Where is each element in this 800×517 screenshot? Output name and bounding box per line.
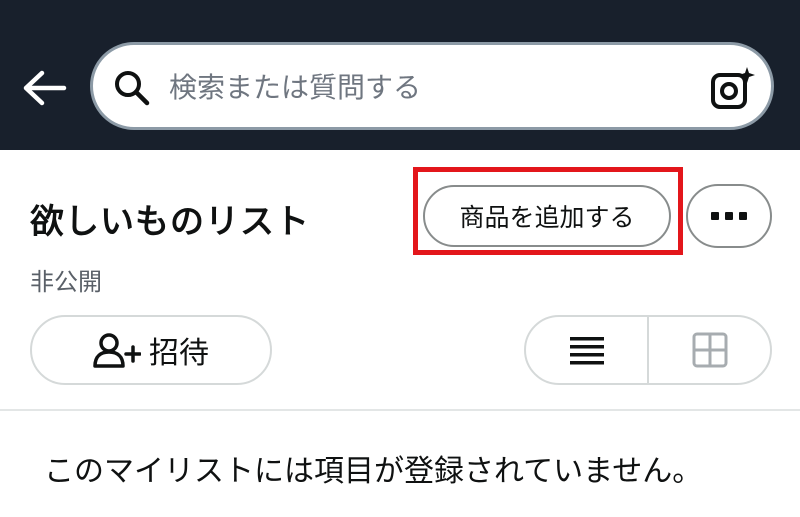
add-user-icon [93,333,141,368]
search-input[interactable] [169,65,689,109]
view-mode-toggle [524,315,772,385]
top-bar [0,0,800,150]
list-view-button[interactable] [526,317,647,383]
section-divider [0,409,800,411]
more-dots-icon [711,212,747,220]
grid-view-icon [692,332,727,368]
search-icon [115,71,150,106]
search-bar[interactable] [90,42,774,130]
back-arrow-icon[interactable] [22,68,68,108]
grid-view-button[interactable] [647,317,770,383]
highlight-box [413,167,683,255]
empty-list-message: このマイリストには項目が登録されていません。 [44,454,703,489]
privacy-status: 非公開 [30,268,102,296]
more-options-button[interactable] [686,184,772,248]
list-title: 欲しいものリスト [30,202,310,242]
camera-lens-icon[interactable] [709,65,757,113]
list-view-icon [569,337,604,365]
invite-label: 招待 [149,336,209,371]
invite-button[interactable]: 招待 [30,315,272,385]
